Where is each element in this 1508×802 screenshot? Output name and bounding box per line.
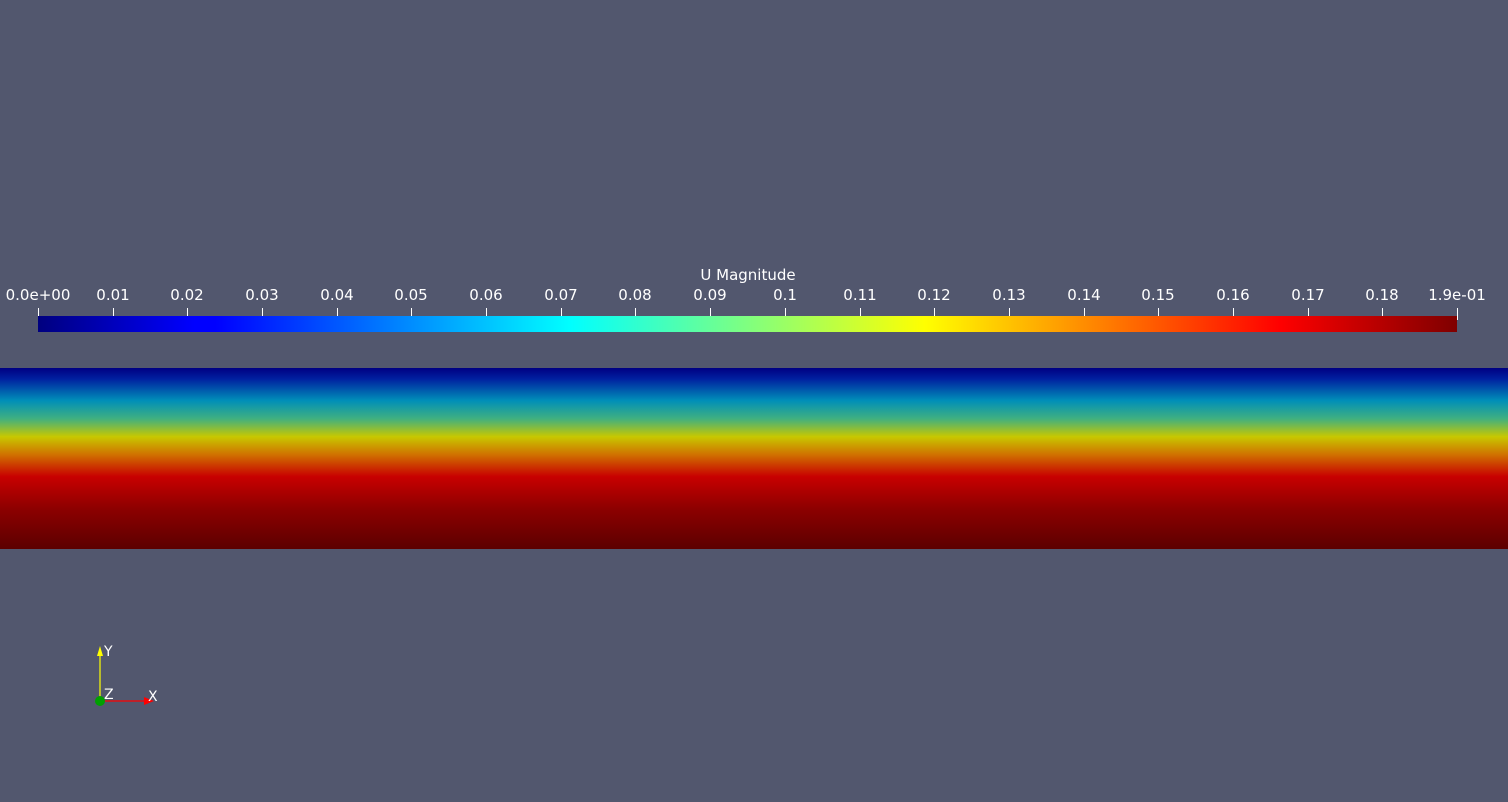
scalar-bar-title: U Magnitude (700, 266, 796, 284)
scalar-bar-tick-label: 0.13 (992, 286, 1026, 304)
scalar-bar-tick-mark (1457, 308, 1458, 320)
scalar-bar-colorbar[interactable] (38, 316, 1457, 332)
scalar-bar-tick-label: 0.18 (1365, 286, 1399, 304)
scalar-bar-tick-label: 0.16 (1216, 286, 1250, 304)
scalar-bar-tick-label: 0.09 (693, 286, 727, 304)
y-axis-label: Y (104, 644, 113, 660)
z-axis-label: Z (104, 687, 114, 703)
scalar-bar-tick-label: 0.14 (1067, 286, 1101, 304)
scalar-bar-tick-label: 0.05 (394, 286, 428, 304)
scalar-bar-tick-label: 1.9e-01 (1428, 286, 1486, 304)
y-axis-arrow-icon (97, 646, 103, 656)
scalar-bar-tick-label: 0.08 (618, 286, 652, 304)
scalar-bar-tick-label: 0.12 (917, 286, 951, 304)
scalar-bar-tick-label: 0.02 (170, 286, 204, 304)
x-axis-label: X (148, 689, 158, 705)
scalar-bar-tick-label: 0.06 (469, 286, 503, 304)
scalar-bar-tick-label: 0.0e+00 (5, 286, 71, 304)
scalar-bar-tick-label: 0.03 (245, 286, 279, 304)
scalar-bar-tick-label: 0.07 (544, 286, 578, 304)
scalar-bar-tick-label: 0.11 (843, 286, 877, 304)
orientation-axes: Y X Z (80, 636, 180, 716)
axes-triad-graphic (95, 646, 154, 706)
scalar-bar-tick-label: 0.15 (1141, 286, 1175, 304)
velocity-field-surface[interactable] (0, 368, 1508, 549)
scalar-bar-tick-label: 0.04 (320, 286, 354, 304)
render-viewport[interactable]: U Magnitude 0.0e+00 0.01 0.02 0.03 0.04 0.05 0… (0, 0, 1508, 802)
scalar-bar-tick-label: 0.01 (96, 286, 130, 304)
scalar-bar-tick-label: 0.17 (1291, 286, 1325, 304)
scalar-bar-tick-label: 0.1 (773, 286, 797, 304)
